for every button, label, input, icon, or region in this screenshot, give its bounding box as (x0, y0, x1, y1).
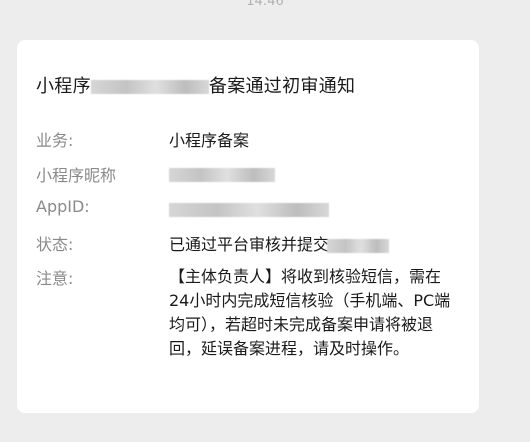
value-appid (169, 199, 329, 218)
label-business: 业务: (36, 131, 74, 150)
title-suffix: 备案通过初审通知 (208, 76, 356, 97)
notification-title: 小程序 备案通过初审通知 (36, 72, 355, 98)
value-status: 已通过平台审核并提交 (169, 231, 390, 255)
status-text: 已通过平台审核并提交 (169, 235, 330, 254)
label-nickname: 小程序昵称 (36, 166, 117, 185)
notification-card[interactable]: 小程序 备案通过初审通知 业务: 小程序备案 小程序昵称 AppID: 状态: 已… (17, 40, 479, 413)
message-timestamp: 14:46 (246, 0, 284, 9)
redacted-status-tail (327, 238, 390, 253)
value-nickname (169, 164, 275, 183)
title-prefix: 小程序 (36, 76, 91, 97)
value-note: 【主体负责人】将收到核验短信，需在24小时内完成短信核验（手机端、PC端均可），… (169, 267, 451, 358)
redacted-appid (169, 202, 329, 217)
label-status: 状态: (36, 235, 74, 254)
redacted-app-name (90, 80, 209, 94)
redacted-nickname (169, 167, 275, 182)
value-business: 小程序备案 (169, 131, 250, 150)
label-appid: AppID: (36, 197, 90, 216)
label-note: 注意: (36, 269, 74, 288)
